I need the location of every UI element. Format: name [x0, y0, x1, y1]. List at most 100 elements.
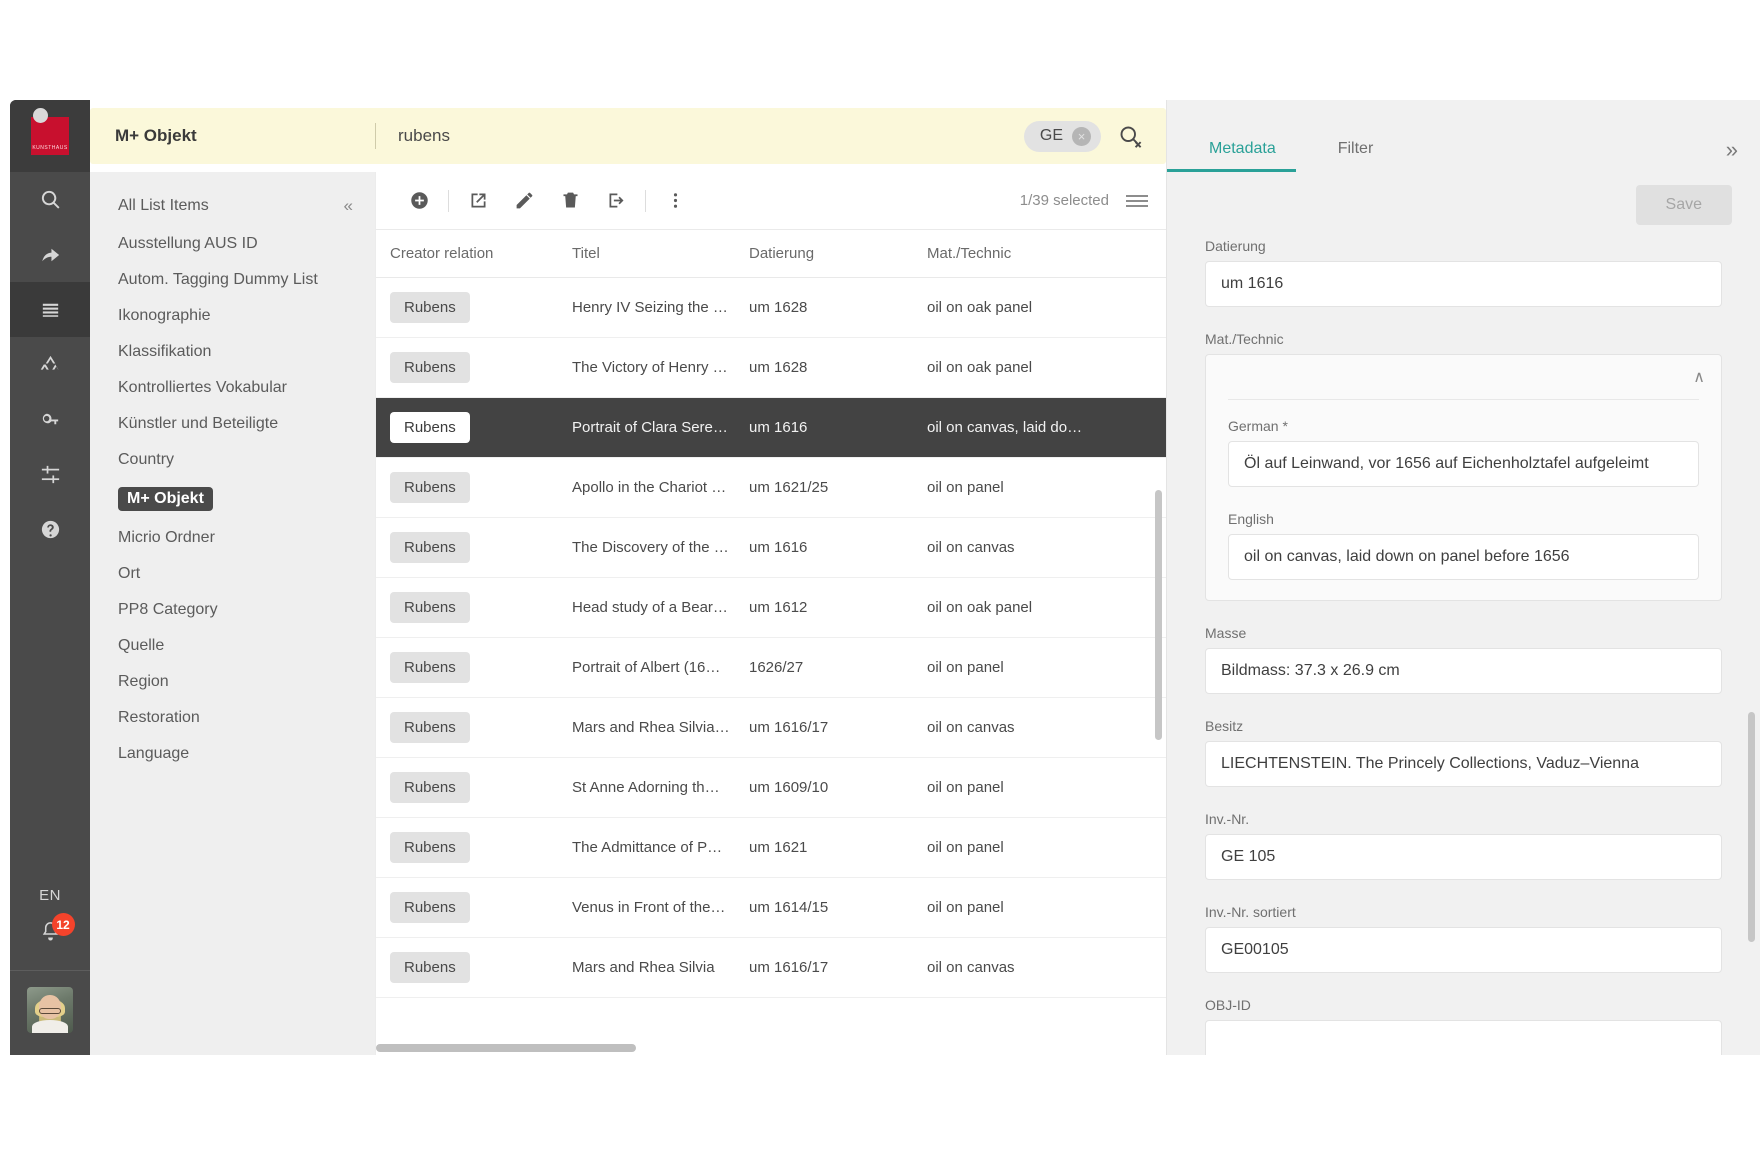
- sidebar-item-language[interactable]: Language: [90, 736, 375, 772]
- sidebar-item-autom-tagging-dummy-list[interactable]: Autom. Tagging Dummy List: [90, 262, 375, 298]
- sidebar-item-restoration[interactable]: Restoration: [90, 700, 375, 736]
- sidebar-item-klassifikation[interactable]: Klassifikation: [90, 334, 375, 370]
- mat-technic-collapse-toggle[interactable]: ∧: [1206, 355, 1721, 399]
- save-button[interactable]: Save: [1635, 185, 1732, 225]
- sidebar-item-micrio-ordner[interactable]: Micrio Ordner: [90, 520, 375, 556]
- sidebar-item-pp8-category[interactable]: PP8 Category: [90, 592, 375, 628]
- avatar[interactable]: [27, 987, 73, 1033]
- column-header-creator[interactable]: Creator relation: [390, 245, 572, 262]
- creator-chip[interactable]: Rubens: [390, 892, 470, 923]
- cell-creator: Rubens: [390, 712, 572, 743]
- masse-field[interactable]: Bildmass: 37.3 x 26.9 cm: [1205, 648, 1722, 694]
- all-list-items-label[interactable]: All List Items: [118, 197, 209, 215]
- obj-id-label: OBJ-ID: [1205, 997, 1251, 1013]
- sidebar-item-label: Ikonographie: [118, 307, 211, 324]
- collapse-sidebar-icon[interactable]: «: [344, 196, 353, 216]
- cell-datierung: um 1616/17: [749, 959, 829, 976]
- sidebar-item-m-objekt[interactable]: M+ Objekt: [90, 478, 375, 520]
- rail-settings-button[interactable]: [10, 447, 90, 502]
- creator-chip[interactable]: Rubens: [390, 712, 470, 743]
- sidebar-item-country[interactable]: Country: [90, 442, 375, 478]
- rail-help-button[interactable]: [10, 502, 90, 557]
- creator-chip[interactable]: Rubens: [390, 832, 470, 863]
- notifications-button[interactable]: 12: [39, 913, 75, 970]
- german-field[interactable]: Öl auf Leinwand, vor 1656 auf Eichenholz…: [1228, 441, 1699, 487]
- cell-titel: The Discovery of the …: [572, 539, 729, 556]
- rail-search-button[interactable]: [10, 172, 90, 227]
- column-header-mat[interactable]: Mat./Technic: [927, 245, 1166, 262]
- sidebar-item-k-nstler-und-beteiligte[interactable]: Künstler und Beteiligte: [90, 406, 375, 442]
- table-row[interactable]: Rubens The Discovery of the … um 1616 oil o…: [376, 518, 1166, 578]
- search-icon: [41, 190, 60, 209]
- column-header-titel[interactable]: Titel: [572, 245, 749, 262]
- creator-chip[interactable]: Rubens: [390, 592, 470, 623]
- besitz-field[interactable]: LIECHTENSTEIN. The Princely Collections,…: [1205, 741, 1722, 787]
- rail-bottom-group: EN 12: [10, 875, 90, 1055]
- sidebar-item-kontrolliertes-vokabular[interactable]: Kontrolliertes Vokabular: [90, 370, 375, 406]
- close-icon[interactable]: ×: [1072, 126, 1091, 146]
- add-circle-icon: [410, 192, 428, 209]
- cell-creator: Rubens: [390, 652, 572, 683]
- more-options-button[interactable]: [652, 181, 698, 221]
- table-row[interactable]: Rubens Mars and Rhea Silvia um 1616/17 oil …: [376, 938, 1166, 998]
- inv-nr-sortiert-field[interactable]: GE00105: [1205, 927, 1722, 973]
- sidebar-item-ausstellung-aus-id[interactable]: Ausstellung AUS ID: [90, 226, 375, 262]
- delete-button[interactable]: [547, 181, 593, 221]
- vertical-scrollbar[interactable]: [1155, 490, 1162, 740]
- table-row[interactable]: Rubens St Anne Adorning th… um 1609/10 oil …: [376, 758, 1166, 818]
- cell-mat: oil on panel: [927, 479, 1004, 496]
- tab-filter[interactable]: Filter: [1318, 100, 1394, 172]
- app-logo[interactable]: KUNSTHAUS: [10, 100, 90, 172]
- table-row[interactable]: Rubens The Admittance of P… um 1621 oil on …: [376, 818, 1166, 878]
- edit-button[interactable]: [501, 181, 547, 221]
- add-button[interactable]: [396, 181, 442, 221]
- expand-panel-icon[interactable]: »: [1726, 139, 1738, 161]
- creator-chip[interactable]: Rubens: [390, 472, 470, 503]
- open-in-new-button[interactable]: [455, 181, 501, 221]
- rail-lists-button[interactable]: [10, 282, 90, 337]
- creator-chip[interactable]: Rubens: [390, 412, 470, 443]
- tab-metadata[interactable]: Metadata: [1167, 100, 1296, 172]
- datierung-label: Datierung: [1205, 238, 1266, 254]
- creator-chip[interactable]: Rubens: [390, 532, 470, 563]
- column-header-datierung[interactable]: Datierung: [749, 245, 927, 262]
- search-input[interactable]: [376, 126, 1024, 146]
- sidebar-item-ort[interactable]: Ort: [90, 556, 375, 592]
- table-row[interactable]: Rubens Henry IV Seizing the … um 1628 oil o…: [376, 278, 1166, 338]
- english-field[interactable]: oil on canvas, laid down on panel before…: [1228, 534, 1699, 580]
- creator-chip[interactable]: Rubens: [390, 292, 470, 323]
- sidebar-item-region[interactable]: Region: [90, 664, 375, 700]
- cell-creator: Rubens: [390, 892, 572, 923]
- table-row[interactable]: Rubens The Victory of Henry … um 1628 oil o…: [376, 338, 1166, 398]
- sidebar-item-label: PP8 Category: [118, 601, 218, 618]
- rail-permissions-button[interactable]: [10, 392, 90, 447]
- table-row[interactable]: Rubens Venus in Front of the… um 1614/15 oi…: [376, 878, 1166, 938]
- datierung-field[interactable]: um 1616: [1205, 261, 1722, 307]
- creator-chip[interactable]: Rubens: [390, 352, 470, 383]
- horizontal-scrollbar[interactable]: [376, 1044, 636, 1052]
- obj-id-field[interactable]: [1205, 1020, 1722, 1055]
- search-off-button[interactable]: [1117, 123, 1144, 150]
- table-row[interactable]: Rubens Head study of a Bear… um 1612 oil on…: [376, 578, 1166, 638]
- rail-hierarchy-button[interactable]: [10, 337, 90, 392]
- creator-chip[interactable]: Rubens: [390, 652, 470, 683]
- creator-chip[interactable]: Rubens: [390, 772, 470, 803]
- sidebar-item-quelle[interactable]: Quelle: [90, 628, 375, 664]
- metadata-scrollbar[interactable]: [1748, 712, 1755, 942]
- creator-chip[interactable]: Rubens: [390, 952, 470, 983]
- table-row[interactable]: Rubens Apollo in the Chariot … um 1621/25 o…: [376, 458, 1166, 518]
- list-sidebar-items: Ausstellung AUS ID Autom. Tagging Dummy L…: [90, 226, 375, 772]
- table-row[interactable]: Rubens Portrait of Albert (16… 1626/27 oil …: [376, 638, 1166, 698]
- cell-datierung: um 1614/15: [749, 899, 829, 916]
- column-options-icon[interactable]: [1126, 194, 1148, 207]
- table-row[interactable]: Rubens Portrait of Clara Sere… um 1616 oil …: [376, 398, 1166, 458]
- rail-share-button[interactable]: [10, 227, 90, 282]
- search-filter-chip[interactable]: GE ×: [1023, 120, 1101, 152]
- sidebar-item-ikonographie[interactable]: Ikonographie: [90, 298, 375, 334]
- cell-datierung: um 1612: [749, 599, 808, 616]
- cell-datierung: um 1621: [749, 839, 808, 856]
- inv-nr-field[interactable]: GE 105: [1205, 834, 1722, 880]
- export-button[interactable]: [593, 181, 639, 221]
- table-row[interactable]: Rubens Mars and Rhea Silvia… um 1616/17 oil…: [376, 698, 1166, 758]
- top-bar: M+ Objekt GE × Metadata Filter: [90, 100, 1760, 172]
